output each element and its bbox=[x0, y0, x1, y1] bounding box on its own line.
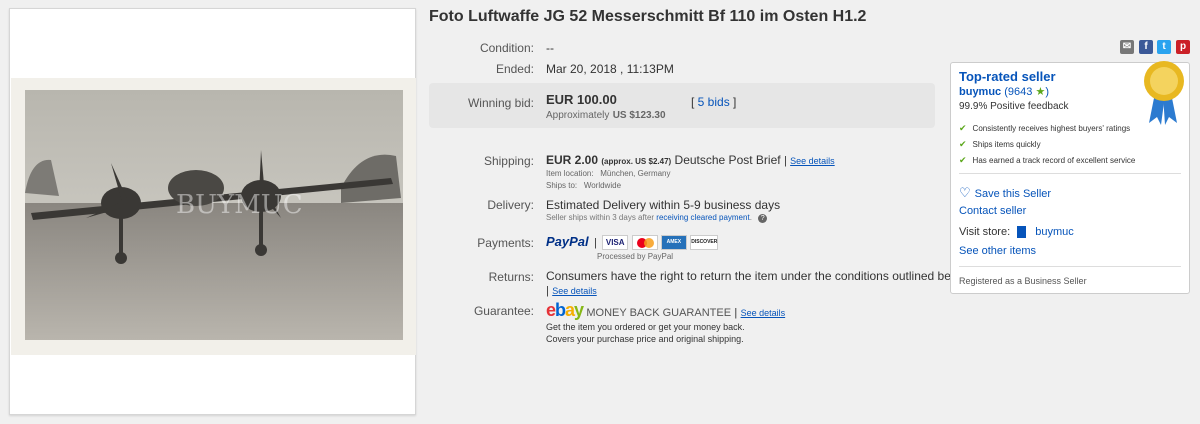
twitter-icon[interactable]: t bbox=[1157, 40, 1171, 54]
ended-value: Mar 20, 2018 , 11:13PM bbox=[546, 62, 674, 76]
amex-icon: AMEX bbox=[660, 235, 687, 251]
seller-bullet: ✔ Has earned a track record of excellent … bbox=[959, 155, 1136, 165]
delivery-note: Seller ships within 3 days after receivi… bbox=[546, 213, 768, 223]
pinterest-icon[interactable]: p bbox=[1176, 40, 1190, 54]
delivery-label: Delivery: bbox=[487, 198, 534, 212]
ships-to: Ships to: Worldwide bbox=[546, 181, 622, 190]
see-other-items-link[interactable]: See other items bbox=[959, 245, 1036, 257]
returns-see-details[interactable]: | See details bbox=[546, 283, 597, 297]
check-icon: ✔ bbox=[959, 123, 967, 133]
item-photo[interactable]: BUYMUC bbox=[11, 78, 416, 355]
save-seller-link[interactable]: ♡ Save this Seller bbox=[959, 185, 1051, 201]
payments-label: Payments: bbox=[477, 236, 534, 250]
top-rated-heading: Top-rated seller bbox=[959, 69, 1056, 84]
condition-label: Condition: bbox=[479, 41, 534, 55]
visit-store: Visit store: buymuc bbox=[959, 226, 1074, 239]
winning-bid-label: Winning bid: bbox=[467, 96, 534, 110]
discover-icon: DISCOVER bbox=[690, 235, 719, 251]
money-back-guarantee: ebay MONEY BACK GUARANTEE | See details bbox=[546, 300, 786, 320]
bid-amount: EUR 100.00 bbox=[546, 92, 617, 107]
help-icon[interactable]: ? bbox=[758, 214, 768, 223]
item-title: Foto Luftwaffe JG 52 Messerschmitt Bf 11… bbox=[429, 8, 867, 25]
heart-icon[interactable]: ♡ bbox=[959, 185, 971, 200]
payment-logos: PayPal | VISA AMEX DISCOVER bbox=[546, 234, 719, 251]
winning-bid-approx: Approximately US $123.30 bbox=[546, 107, 666, 121]
divider bbox=[959, 266, 1181, 267]
seller-name[interactable]: buymuc bbox=[959, 86, 1001, 98]
shipping-amount: EUR 2.00 bbox=[546, 153, 599, 167]
shipping-value: EUR 2.00 (approx. US $2.47) Deutsche Pos… bbox=[546, 153, 835, 167]
positive-feedback: 99.9% Positive feedback bbox=[959, 101, 1069, 112]
shipping-service: Deutsche Post Brief bbox=[674, 153, 781, 167]
bids-count[interactable]: [ 5 bids ] bbox=[691, 95, 736, 109]
ebay-logo: ebay bbox=[546, 300, 584, 320]
delivery-value: Estimated Delivery within 5-9 business d… bbox=[546, 198, 781, 212]
approx-prefix: Approximately bbox=[546, 110, 610, 121]
contact-seller-link[interactable]: Contact seller bbox=[959, 205, 1026, 217]
condition-value: -- bbox=[546, 41, 554, 55]
returns-value: Consumers have the right to return the i… bbox=[546, 269, 969, 283]
guarantee-line1: Get the item you ordered or get your mon… bbox=[546, 322, 745, 332]
facebook-icon[interactable]: f bbox=[1139, 40, 1153, 54]
star-icon: ★ bbox=[1035, 86, 1046, 98]
guarantee-label: Guarantee: bbox=[473, 304, 534, 318]
store-icon bbox=[1017, 226, 1027, 239]
seller-name-row: buymuc (9643 ★) bbox=[959, 86, 1049, 98]
seller-score[interactable]: (9643 bbox=[1004, 86, 1032, 98]
mastercard-icon bbox=[631, 235, 658, 251]
item-location: Item location: München, Germany bbox=[546, 169, 671, 178]
guarantee-logo-text: MONEY BACK GUARANTEE bbox=[586, 307, 732, 319]
shipping-approx: (approx. US $2.47) bbox=[601, 157, 672, 166]
store-link[interactable]: buymuc bbox=[1035, 226, 1074, 238]
top-rated-badge-icon bbox=[1144, 61, 1184, 125]
seller-card: Top-rated seller buymuc (9643 ★) 99.9% P… bbox=[950, 61, 1190, 294]
visa-icon: VISA bbox=[602, 235, 629, 251]
paypal-logo: PayPal bbox=[546, 234, 589, 249]
processed-by: Processed by PayPal bbox=[597, 252, 674, 261]
divider bbox=[959, 173, 1181, 174]
returns-label: Returns: bbox=[488, 270, 534, 284]
cleared-payment-link[interactable]: receiving cleared payment bbox=[656, 213, 749, 222]
photo-watermark: BUYMUC bbox=[176, 190, 303, 220]
winning-bid-amount: EUR 100.00 bbox=[546, 92, 617, 107]
seller-bullet: ✔ Ships items quickly bbox=[959, 139, 1041, 149]
guarantee-see-details[interactable]: See details bbox=[741, 308, 786, 318]
envelope-icon[interactable]: ✉ bbox=[1120, 40, 1134, 54]
shipping-label: Shipping: bbox=[483, 154, 534, 168]
guarantee-line2: Covers your purchase price and original … bbox=[546, 334, 744, 344]
ended-label: Ended: bbox=[495, 62, 534, 76]
item-photo-panel[interactable]: BUYMUC bbox=[9, 8, 416, 415]
seller-bullet: ✔ Consistently receives highest buyers' r… bbox=[959, 123, 1131, 133]
check-icon: ✔ bbox=[959, 155, 967, 165]
approx-value: US $123.30 bbox=[612, 110, 666, 121]
check-icon: ✔ bbox=[959, 139, 967, 149]
registered-business-seller: Registered as a Business Seller bbox=[959, 276, 1087, 286]
shipping-see-details[interactable]: See details bbox=[790, 156, 835, 166]
bids-link[interactable]: 5 bids bbox=[698, 95, 730, 109]
